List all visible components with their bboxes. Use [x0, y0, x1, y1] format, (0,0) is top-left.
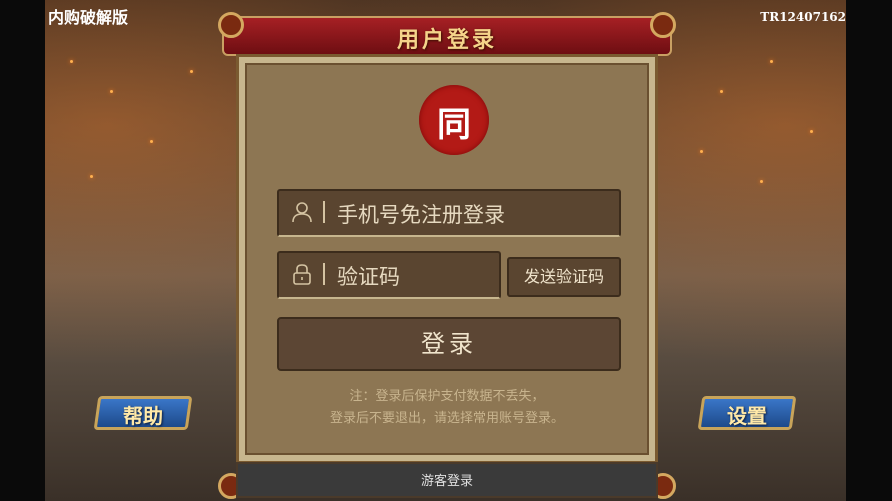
login-button[interactable]: 登录 [277, 317, 621, 371]
logo-seal: 同 [419, 85, 489, 155]
dialog-inner: 同 手机号免注册登录 验证码 发送验证码 登录 注：登录后保护支付数据不丢失， … [245, 63, 649, 455]
help-button[interactable]: 帮助 [88, 392, 198, 434]
left-letterbox [0, 0, 45, 501]
ember [150, 140, 153, 143]
input-separator [323, 263, 325, 285]
version-label: 内购破解版 [48, 8, 129, 27]
login-note-line2: 登录后不要退出，请选择常用账号登录。 [329, 411, 564, 426]
user-icon [292, 202, 312, 223]
guest-login-label: 游客登录 [420, 474, 473, 489]
input-separator [323, 201, 325, 223]
ember [90, 175, 93, 178]
dialog-body: 同 手机号免注册登录 验证码 发送验证码 登录 注：登录后保护支付数据不丢失， … [236, 54, 658, 464]
dialog-title: 用户登录 [396, 28, 497, 53]
guest-login-button[interactable]: 游客登录 [236, 462, 658, 498]
right-letterbox [846, 0, 892, 501]
ember [70, 60, 73, 63]
code-input[interactable]: 验证码 [277, 251, 501, 299]
ember [720, 90, 723, 93]
login-dialog: 用户登录 同 手机号免注册登录 验证码 发送验证码 登录 注：登录后保护支付数据… [218, 12, 676, 501]
phone-input[interactable]: 手机号免注册登录 [277, 189, 621, 237]
ember [770, 60, 773, 63]
code-placeholder: 验证码 [337, 265, 400, 289]
settings-button[interactable]: 设置 [692, 392, 802, 434]
help-button-label: 帮助 [123, 404, 163, 428]
phone-placeholder: 手机号免注册登录 [337, 203, 505, 227]
ember [190, 70, 193, 73]
dialog-title-bar: 用户登录 [222, 16, 672, 56]
lock-icon [293, 264, 311, 285]
corner-ornament [650, 12, 676, 38]
ember [760, 180, 763, 183]
send-code-button[interactable]: 发送验证码 [507, 257, 621, 297]
logo-text: 同 [437, 105, 471, 145]
corner-ornament [218, 12, 244, 38]
ember [110, 90, 113, 93]
ember [700, 150, 703, 153]
ember [810, 130, 813, 133]
settings-button-label: 设置 [727, 404, 767, 428]
build-id: TR12407162 [760, 10, 846, 24]
login-note-line1: 注：登录后保护支付数据不丢失， [349, 389, 545, 404]
